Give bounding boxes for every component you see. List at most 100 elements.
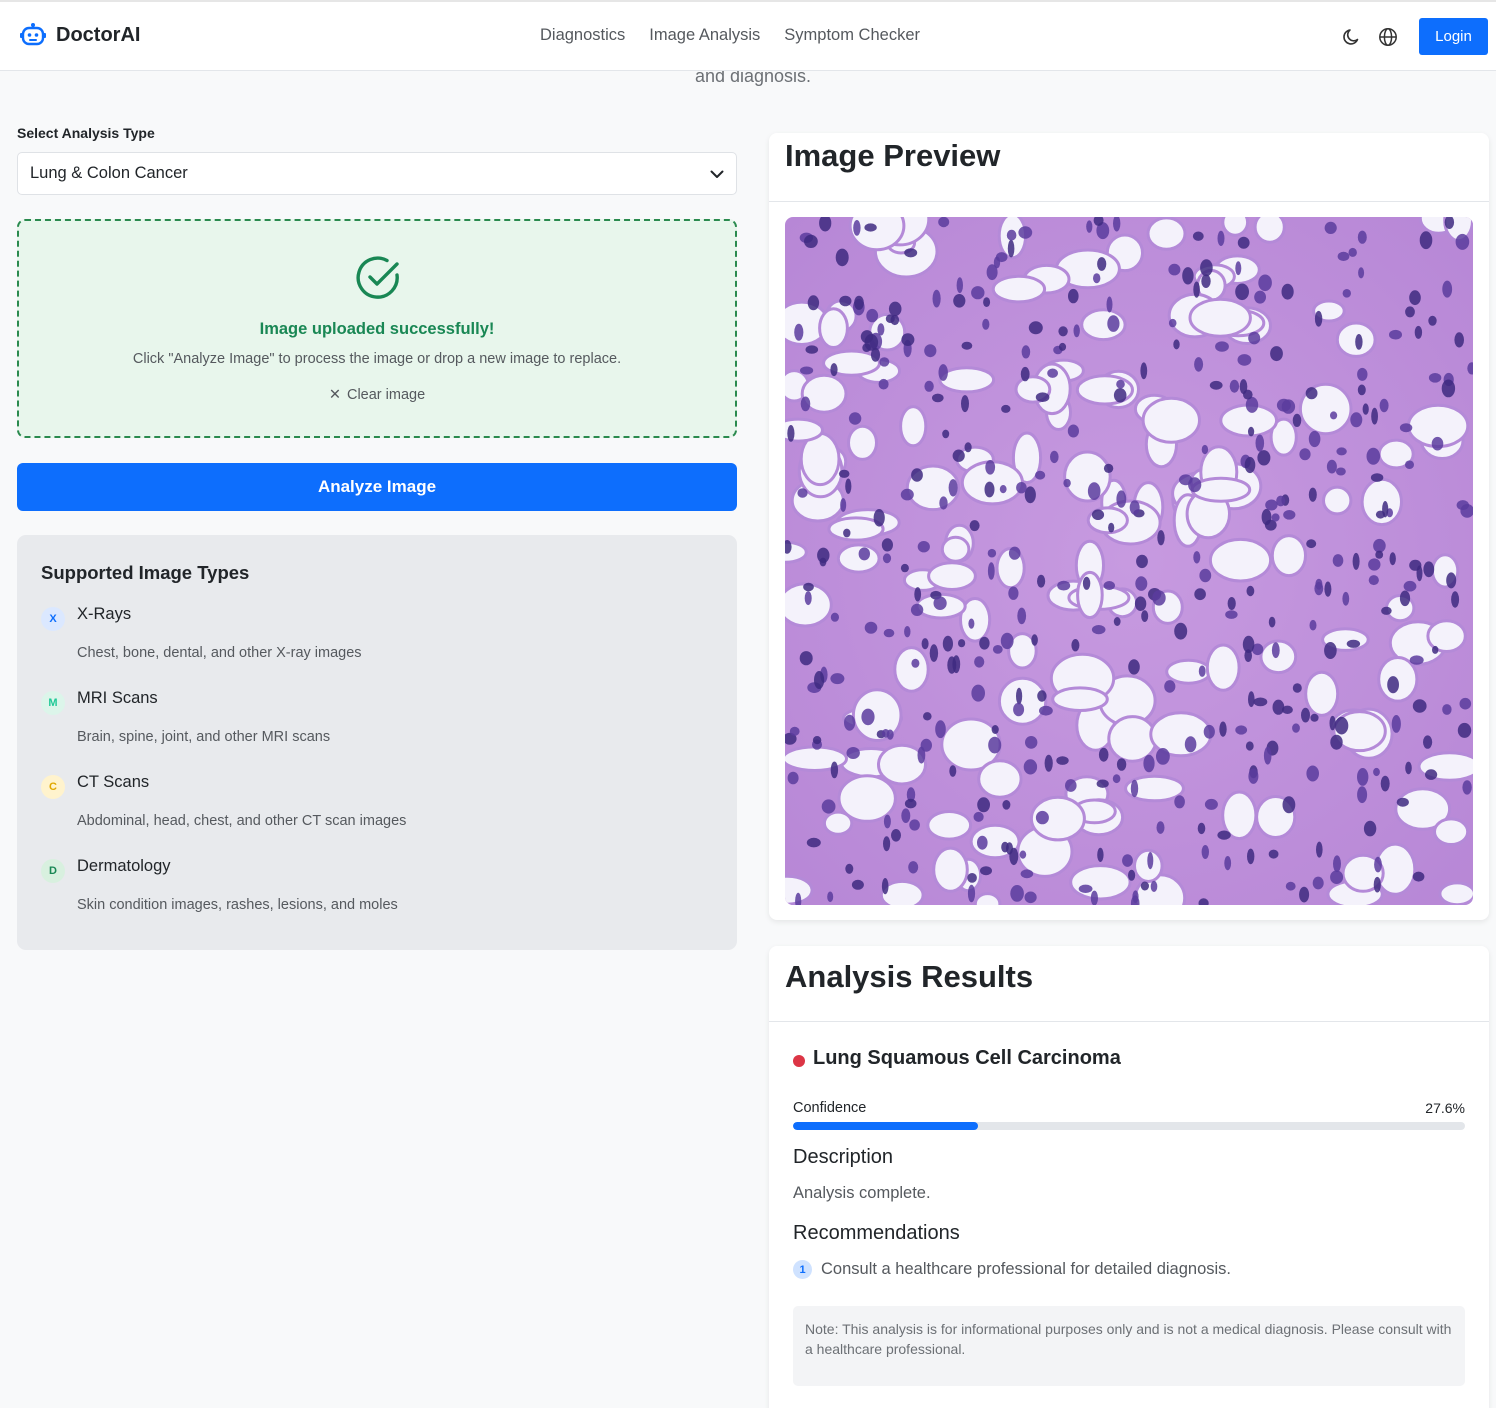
nucleus-shape: [1329, 715, 1336, 731]
nucleus-shape: [1348, 247, 1357, 257]
confidence-value: 27.6%: [1425, 1100, 1465, 1116]
nucleus-shape: [1330, 734, 1343, 750]
analysis-type-select[interactable]: Lung & Colon Cancer: [17, 152, 737, 195]
analysis-results-card: Analysis Results Lung Squamous Cell Carc…: [769, 946, 1489, 1408]
nucleus-shape: [1405, 761, 1412, 775]
recommendation-number: 1: [793, 1260, 812, 1279]
nucleus-shape: [1248, 691, 1255, 708]
nucleus-shape: [1140, 881, 1149, 891]
nucleus-shape: [819, 557, 827, 567]
theme-toggle-button[interactable]: [1341, 26, 1363, 48]
nucleus-shape: [904, 798, 917, 809]
nucleus-shape: [1324, 581, 1332, 597]
nucleus-shape: [1112, 774, 1121, 784]
nucleus-shape: [1258, 274, 1272, 292]
nucleus-shape: [1368, 575, 1379, 586]
nucleus-shape: [961, 395, 969, 413]
nucleus-shape: [1103, 463, 1114, 473]
nucleus-shape: [877, 323, 885, 336]
type-name-ct: CT Scans: [77, 773, 150, 791]
nucleus-shape: [1381, 606, 1392, 615]
nucleus-shape: [1086, 220, 1093, 233]
nucleus-shape: [805, 345, 819, 354]
nucleus-shape: [953, 294, 966, 308]
nucleus-shape: [1442, 280, 1453, 298]
goblet-cell-shape: [1188, 297, 1252, 338]
nucleus-shape: [1409, 655, 1424, 665]
nucleus-shape: [1157, 530, 1165, 546]
nucleus-shape: [1374, 856, 1382, 873]
clear-image-button[interactable]: ✕ Clear image: [19, 387, 735, 403]
nucleus-shape: [971, 286, 985, 300]
nucleus-shape: [1405, 306, 1415, 318]
nucleus-shape: [845, 863, 854, 874]
nucleus-shape: [1357, 786, 1368, 804]
language-button[interactable]: [1377, 26, 1399, 48]
nucleus-shape: [977, 797, 990, 813]
nucleus-shape: [1428, 315, 1437, 326]
analyze-image-button[interactable]: Analyze Image: [17, 463, 737, 511]
nucleus-shape: [964, 442, 972, 453]
histology-image-drawing: [785, 217, 1473, 905]
nucleus-shape: [1396, 797, 1409, 807]
nucleus-shape: [1063, 478, 1071, 488]
nucleus-shape: [800, 396, 811, 412]
nucleus-shape: [1093, 273, 1101, 284]
image-dropzone[interactable]: Image uploaded successfully! Click "Anal…: [17, 219, 737, 438]
nav-link-symptom-checker[interactable]: Symptom Checker: [784, 26, 920, 45]
nav-link-diagnostics[interactable]: Diagnostics: [540, 26, 625, 45]
nucleus-shape: [1023, 759, 1038, 775]
nucleus-shape: [1090, 890, 1098, 905]
nucleus-shape: [1310, 713, 1319, 722]
nucleus-shape: [883, 814, 891, 829]
nucleus-shape: [854, 295, 864, 310]
nucleus-shape: [942, 429, 950, 439]
nucleus-shape: [1097, 257, 1107, 271]
nucleus-shape: [881, 729, 890, 738]
nucleus-shape: [1201, 845, 1209, 859]
nucleus-shape: [794, 323, 804, 341]
type-badge-ct: C: [41, 775, 65, 799]
goblet-cell-shape: [1063, 450, 1112, 503]
nucleus-shape: [1324, 642, 1337, 659]
type-desc-ct: Abdominal, head, chest, and other CT sca…: [77, 813, 407, 829]
nucleus-shape: [1039, 705, 1053, 716]
nucleus-shape: [879, 357, 890, 367]
nucleus-shape: [1150, 880, 1158, 893]
nucleus-shape: [866, 308, 879, 323]
nucleus-shape: [830, 761, 839, 779]
nucleus-shape: [1078, 884, 1093, 893]
goblet-cell-shape: [893, 646, 930, 693]
nucleus-shape: [882, 553, 892, 564]
nucleus-shape: [838, 469, 850, 478]
brand[interactable]: DoctorAI: [20, 22, 140, 48]
nucleus-shape: [807, 295, 820, 311]
goblet-cell-shape: [927, 561, 977, 592]
nucleus-shape: [1200, 259, 1213, 277]
goblet-cell-shape: [1107, 715, 1158, 763]
nucleus-shape: [1129, 500, 1140, 515]
nucleus-shape: [1316, 841, 1323, 858]
nucleus-shape: [1455, 233, 1470, 250]
nucleus-shape: [1198, 665, 1206, 677]
nucleus-shape: [1174, 795, 1185, 809]
nucleus-shape: [1037, 690, 1047, 702]
nucleus-shape: [1031, 634, 1038, 646]
nucleus-shape: [900, 488, 914, 501]
nucleus-shape: [1373, 876, 1381, 893]
nucleus-shape: [1292, 413, 1302, 427]
nucleus-shape: [1451, 591, 1460, 608]
nucleus-shape: [924, 380, 934, 392]
nucleus-shape: [1405, 460, 1414, 469]
nucleus-shape: [961, 341, 973, 350]
nucleus-shape: [1140, 362, 1148, 380]
nucleus-shape: [1057, 580, 1071, 591]
login-button[interactable]: Login: [1419, 18, 1488, 55]
nucleus-shape: [1116, 379, 1125, 389]
confidence-label: Confidence: [793, 1100, 867, 1116]
nucleus-shape: [1312, 876, 1324, 890]
goblet-cell-shape: [1146, 217, 1187, 251]
nucleus-shape: [1058, 326, 1068, 337]
nucleus-shape: [1375, 510, 1386, 519]
nav-link-image-analysis[interactable]: Image Analysis: [649, 26, 760, 45]
